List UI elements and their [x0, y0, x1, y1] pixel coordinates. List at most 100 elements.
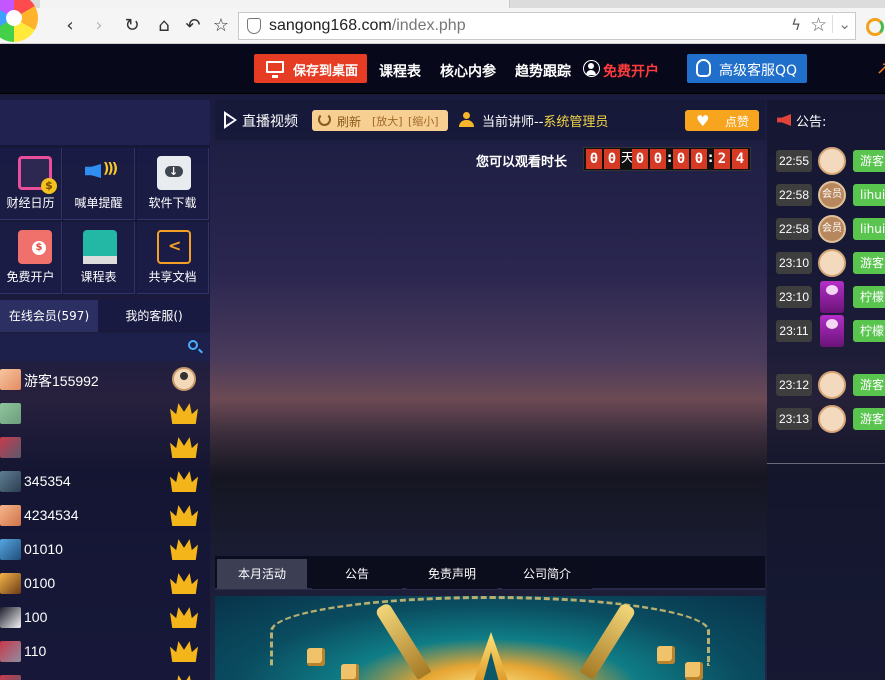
grid-free-account[interactable]: 免费开户	[0, 222, 62, 294]
guest-avatar[interactable]	[818, 405, 846, 433]
avatar	[0, 437, 21, 458]
video-player[interactable]: 您可以观看时长 00天00:00:24	[215, 140, 765, 555]
robot-avatar[interactable]	[820, 315, 844, 347]
member-search-bar[interactable]	[0, 333, 210, 361]
chat-username[interactable]: 游客	[853, 252, 885, 274]
chat-username[interactable]: 游客	[853, 374, 885, 396]
chat-panel: 公告: 22:55 游客 22:58 会员 lihui 22:58 会员 lih…	[767, 100, 885, 680]
chat-username[interactable]: 柠檬	[853, 320, 885, 342]
chevron-down-icon[interactable]: ⌄	[832, 15, 851, 33]
extension-icon[interactable]	[866, 18, 884, 36]
member-row[interactable]: 4234534	[0, 498, 210, 532]
timer-day-unit: 天	[621, 151, 635, 166]
member-row[interactable]: 01010	[0, 532, 210, 566]
favorite-star-icon[interactable]: ☆	[810, 14, 827, 36]
grid-shared-docs[interactable]: 共享文档	[137, 222, 209, 294]
chat-time: 23:12	[776, 374, 812, 396]
member-row[interactable]: 0100	[0, 566, 210, 600]
forward-icon[interactable]: ›	[87, 14, 111, 38]
like-button[interactable]: ♥ 点赞	[685, 110, 759, 131]
search-icon[interactable]	[188, 340, 198, 350]
countdown-timer: 00天00:00:24	[583, 147, 751, 171]
bookmark-icon[interactable]: ☆	[209, 14, 233, 38]
member-row[interactable]	[0, 430, 210, 464]
grid-label: 喊单提醒	[74, 196, 123, 210]
nav-trend-tracking[interactable]: 趋势跟踪	[515, 61, 571, 81]
tab-my-service[interactable]: 我的客服()	[98, 300, 210, 332]
undo-icon[interactable]: ↶	[181, 14, 205, 38]
share-arrow-icon[interactable]: ↗	[876, 58, 885, 79]
chat-time: 23:11	[776, 320, 812, 342]
tab-monthly-activity[interactable]: 本月活动	[217, 559, 307, 589]
chat-message: 22:58 会员 lihui	[767, 179, 885, 213]
qq-support-button[interactable]: 高级客服QQ	[687, 54, 807, 83]
chat-username[interactable]: 游客	[853, 150, 885, 172]
address-bar[interactable]: sangong168.com/index.php ϟ ☆ ⌄	[238, 12, 856, 40]
guest-avatar[interactable]	[818, 249, 846, 277]
megaphone-icon	[83, 156, 117, 190]
reload-icon[interactable]: ↻	[120, 14, 144, 38]
cloud-download-icon	[157, 156, 191, 190]
chat-username[interactable]: lihui	[853, 218, 885, 240]
chat-username[interactable]: 柠檬	[853, 286, 885, 308]
grid-financial-calendar[interactable]: 财经日历	[0, 148, 62, 220]
zoom-in-link[interactable]: [放大]	[372, 113, 403, 129]
back-icon[interactable]: ‹	[58, 14, 82, 38]
timer-digit: 4	[732, 149, 748, 169]
tab-online-members[interactable]: 在线会员(597)	[0, 300, 98, 332]
site-header: 保存到桌面 课程表 核心内参 趋势跟踪 免费开户 高级客服QQ ↗	[0, 44, 885, 94]
member-row[interactable]: 100	[0, 600, 210, 634]
refresh-button[interactable]: 刷新 [放大] [缩小]	[312, 110, 448, 131]
nav-schedule[interactable]: 课程表	[379, 61, 421, 81]
member-avatar[interactable]: 会员	[818, 215, 846, 243]
member-avatar[interactable]: 会员	[818, 181, 846, 209]
home-icon[interactable]: ⌂	[152, 14, 176, 38]
grid-course-schedule[interactable]: 课程表	[63, 222, 135, 294]
nav-core-reference[interactable]: 核心内参	[440, 61, 496, 81]
grid-signal-alert[interactable]: 喊单提醒	[63, 148, 135, 220]
avatar	[0, 539, 21, 560]
grid-label: 财经日历	[6, 196, 55, 210]
speaker-icon	[777, 114, 791, 126]
zoom-out-link[interactable]: [缩小]	[408, 113, 439, 129]
chat-username[interactable]: lihui	[853, 184, 885, 206]
chat-username[interactable]: 游客	[853, 408, 885, 430]
member-row[interactable]: 110	[0, 634, 210, 668]
guest-avatar[interactable]	[818, 147, 846, 175]
chat-message: 23:12 游客	[767, 369, 885, 403]
browser-tab[interactable]	[40, 0, 510, 8]
timer-separator: :	[708, 151, 714, 166]
activity-banner[interactable]	[215, 596, 765, 680]
chat-time: 23:10	[776, 286, 812, 308]
dice-image	[341, 664, 359, 680]
browser-logo-icon[interactable]	[0, 0, 38, 42]
chat-time: 23:10	[776, 252, 812, 274]
chat-message: 22:58 会员 lihui	[767, 213, 885, 247]
browser-toolbar: ‹ › ↻ ⌂ ↶ ☆ sangong168.com/index.php ϟ ☆…	[0, 0, 885, 44]
chat-time: 22:58	[776, 184, 812, 206]
chat-message: 23:10 柠檬	[767, 281, 885, 315]
timer-digit: 0	[604, 149, 620, 169]
member-row[interactable]: 游客155992	[0, 362, 210, 396]
member-row[interactable]	[0, 396, 210, 430]
tab-company-profile[interactable]: 公司简介	[502, 559, 592, 589]
tab-announcement[interactable]: 公告	[312, 559, 402, 589]
grid-label: 共享文档	[148, 270, 197, 284]
lightning-icon[interactable]: ϟ	[791, 16, 801, 34]
refresh-icon	[318, 113, 331, 126]
member-tabs: 在线会员(597) 我的客服()	[0, 300, 210, 332]
play-icon	[224, 111, 237, 129]
tab-disclaimer[interactable]: 免责声明	[407, 559, 497, 589]
avatar	[0, 641, 21, 662]
robot-avatar[interactable]	[820, 281, 844, 313]
member-row[interactable]: 111	[0, 668, 210, 680]
timer-digit: 0	[632, 149, 648, 169]
member-name: 4234534	[24, 507, 79, 523]
nav-free-account[interactable]: 免费开户	[603, 61, 659, 81]
notice-header: 公告:	[767, 100, 885, 140]
guest-avatar[interactable]	[818, 371, 846, 399]
member-row[interactable]: 345354	[0, 464, 210, 498]
grid-software-download[interactable]: 软件下载	[137, 148, 209, 220]
save-desktop-button[interactable]: 保存到桌面	[254, 54, 367, 83]
crown-icon	[170, 539, 198, 560]
